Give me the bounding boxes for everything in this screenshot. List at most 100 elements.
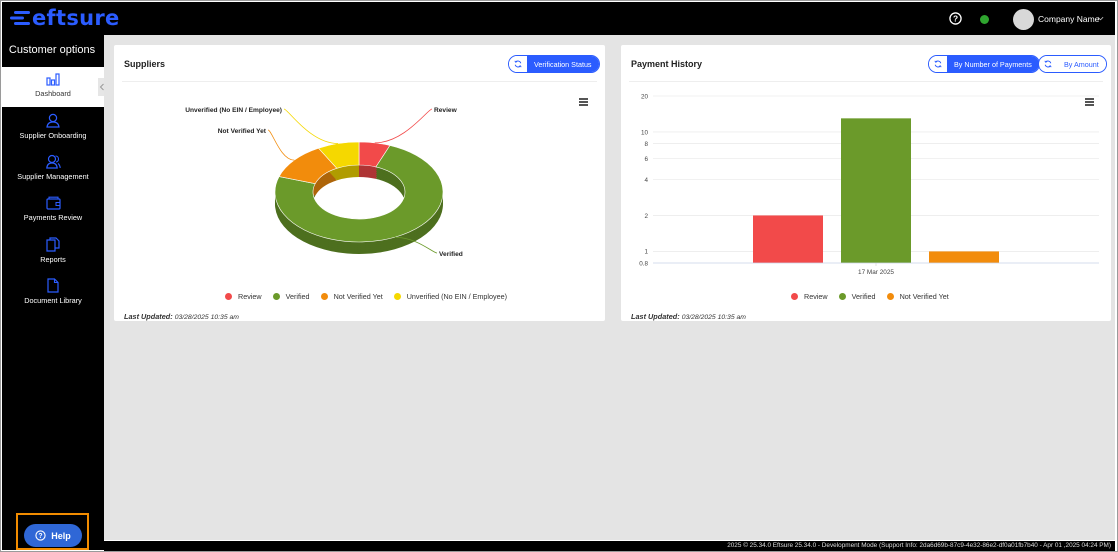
- verification-status-button[interactable]: Verification Status: [527, 56, 599, 72]
- data-label-connector: [283, 108, 339, 144]
- legend-item[interactable]: Unverified (No EIN / Employee): [393, 292, 507, 301]
- legend-item[interactable]: Not Verified Yet: [320, 292, 383, 301]
- payment-history-card: Payment History By Number of Payments By…: [621, 45, 1111, 321]
- legend-dot: [225, 293, 232, 300]
- refresh-button[interactable]: [509, 56, 527, 72]
- donut-data-label: Review: [434, 107, 458, 114]
- sidebar-item-payments-review[interactable]: Payments Review: [2, 196, 104, 236]
- refresh-button[interactable]: [929, 56, 947, 72]
- sidebar-item-supplier-onboarding[interactable]: Supplier Onboarding: [2, 113, 104, 153]
- legend-dot: [320, 293, 328, 300]
- sidebar-title: Customer options: [8, 44, 96, 56]
- refresh-icon: [514, 60, 522, 68]
- legend-label: Not Verified Yet: [899, 292, 949, 301]
- y-tick-label: 0.8: [639, 260, 648, 267]
- legend-item[interactable]: Verified: [838, 292, 876, 301]
- bar-review[interactable]: [753, 215, 823, 263]
- payment-history-bar-chart: 20 10 8 6 4 2 1 0.8 17 Mar 2025: [639, 93, 1099, 276]
- data-label-connector: [374, 108, 433, 144]
- y-tick-label: 20: [641, 93, 649, 100]
- legend-dot: [393, 293, 401, 300]
- donut-data-label: Verified: [439, 251, 463, 258]
- sidebar-item-label: Document Library: [24, 296, 82, 305]
- legend-item[interactable]: Review: [791, 292, 828, 301]
- legend-item[interactable]: Review: [225, 292, 262, 301]
- sidebar-item-label: Dashboard: [35, 89, 71, 98]
- sidebar-item-supplier-management[interactable]: Supplier Management: [2, 154, 104, 194]
- y-tick-label: 10: [641, 129, 649, 136]
- donut-data-label: Unverified (No EIN / Employee): [185, 107, 282, 114]
- last-updated-value: 03/28/2025 10:35 am: [174, 314, 239, 321]
- help-label: Help: [51, 530, 71, 541]
- y-tick-label: 1: [644, 249, 648, 256]
- svg-text:?: ?: [953, 14, 958, 24]
- bar-chart-icon: [46, 73, 60, 86]
- y-tick-label: 6: [644, 156, 648, 163]
- sidebar-item-label: Reports: [40, 255, 66, 264]
- wallet-icon: [45, 196, 61, 210]
- card-divider: [629, 81, 1103, 82]
- legend-dot: [886, 293, 894, 300]
- svg-text:?: ?: [39, 533, 43, 540]
- logo-lines-icon: [10, 11, 30, 25]
- y-tick-label: 4: [644, 177, 648, 184]
- bar-not-verified-yet[interactable]: [929, 251, 999, 263]
- sidebar-item-label: Payments Review: [23, 213, 83, 222]
- x-tick-label: 17 Mar 2025: [858, 269, 894, 276]
- legend-dot: [791, 293, 798, 300]
- user-avatar[interactable]: [1013, 9, 1034, 30]
- online-status-indicator: [980, 15, 989, 24]
- legend-label: Not Verified Yet: [333, 292, 383, 301]
- last-updated-label: Last Updated:: [124, 312, 173, 321]
- donut-data-label: Not Verified Yet: [218, 128, 267, 135]
- sidebar-item-dashboard[interactable]: Dashboard: [2, 67, 104, 107]
- legend-item[interactable]: Not Verified Yet: [886, 292, 949, 301]
- legend-label: Unverified (No EIN / Employee): [406, 292, 507, 301]
- document-icon: [47, 278, 59, 293]
- legend-label: Verified: [851, 292, 876, 301]
- company-name[interactable]: Company Name: [1038, 14, 1099, 24]
- help-button[interactable]: ? Help: [24, 524, 82, 547]
- by-amount-button[interactable]: By Amount: [1057, 56, 1106, 72]
- y-tick-label: 8: [644, 141, 648, 148]
- legend-label: Review: [804, 292, 828, 301]
- question-circle-icon: ?: [35, 530, 46, 541]
- suppliers-card-title: Suppliers: [124, 59, 166, 69]
- card-divider: [122, 81, 597, 82]
- last-updated-label: Last Updated:: [631, 312, 680, 321]
- copy-document-icon: [46, 237, 60, 252]
- y-tick-label: 2: [644, 213, 648, 220]
- refresh-icon: [934, 60, 942, 68]
- data-label-connector: [267, 129, 295, 161]
- user-add-icon: [46, 113, 60, 128]
- last-updated-value: 03/28/2025 10:35 am: [681, 314, 746, 321]
- eftsure-logo[interactable]: eftsure: [10, 6, 120, 30]
- payment-count-toggle[interactable]: By Number of Payments: [928, 55, 1040, 73]
- suppliers-donut-chart: Review Verified Not Verified Yet Unverified…: [185, 107, 463, 258]
- top-bar: eftsure ? Company Name: [2, 2, 1115, 35]
- legend-item[interactable]: Verified: [272, 292, 310, 301]
- chevron-down-icon[interactable]: [1097, 15, 1104, 22]
- suppliers-card: Suppliers Verification Status Review Veri…: [114, 45, 605, 321]
- sidebar-item-reports[interactable]: Reports: [2, 237, 104, 277]
- legend-label: Verified: [285, 292, 310, 301]
- refresh-icon: [1044, 60, 1052, 68]
- legend-dot: [838, 293, 846, 300]
- logo-text: eftsure: [32, 6, 120, 30]
- footer-status: 2025 © 25.34.0 Eftsure 25.34.0 - Develop…: [104, 541, 1115, 551]
- dashboard-main: Suppliers Verification Status Review Veri…: [104, 35, 1115, 540]
- by-number-of-payments-button[interactable]: By Number of Payments: [947, 56, 1039, 72]
- sidebar-item-document-library[interactable]: Document Library: [2, 278, 104, 318]
- payment-history-title: Payment History: [631, 59, 703, 69]
- bar-verified[interactable]: [841, 118, 911, 264]
- payment-amount-toggle[interactable]: By Amount: [1038, 55, 1107, 73]
- payment-last-updated: Last Updated: 03/28/2025 10:35 am: [631, 312, 746, 321]
- verification-status-toggle[interactable]: Verification Status: [508, 55, 600, 73]
- help-question-icon[interactable]: ?: [949, 12, 962, 25]
- sidebar-item-label: Supplier Management: [17, 172, 89, 181]
- users-icon: [45, 154, 61, 169]
- refresh-button[interactable]: [1039, 56, 1057, 72]
- payment-chart-legend: Review Verified Not Verified Yet: [791, 292, 960, 301]
- suppliers-chart-legend: Review Verified Not Verified Yet Unverified…: [225, 292, 518, 301]
- sidebar-item-label: Supplier Onboarding: [19, 131, 87, 140]
